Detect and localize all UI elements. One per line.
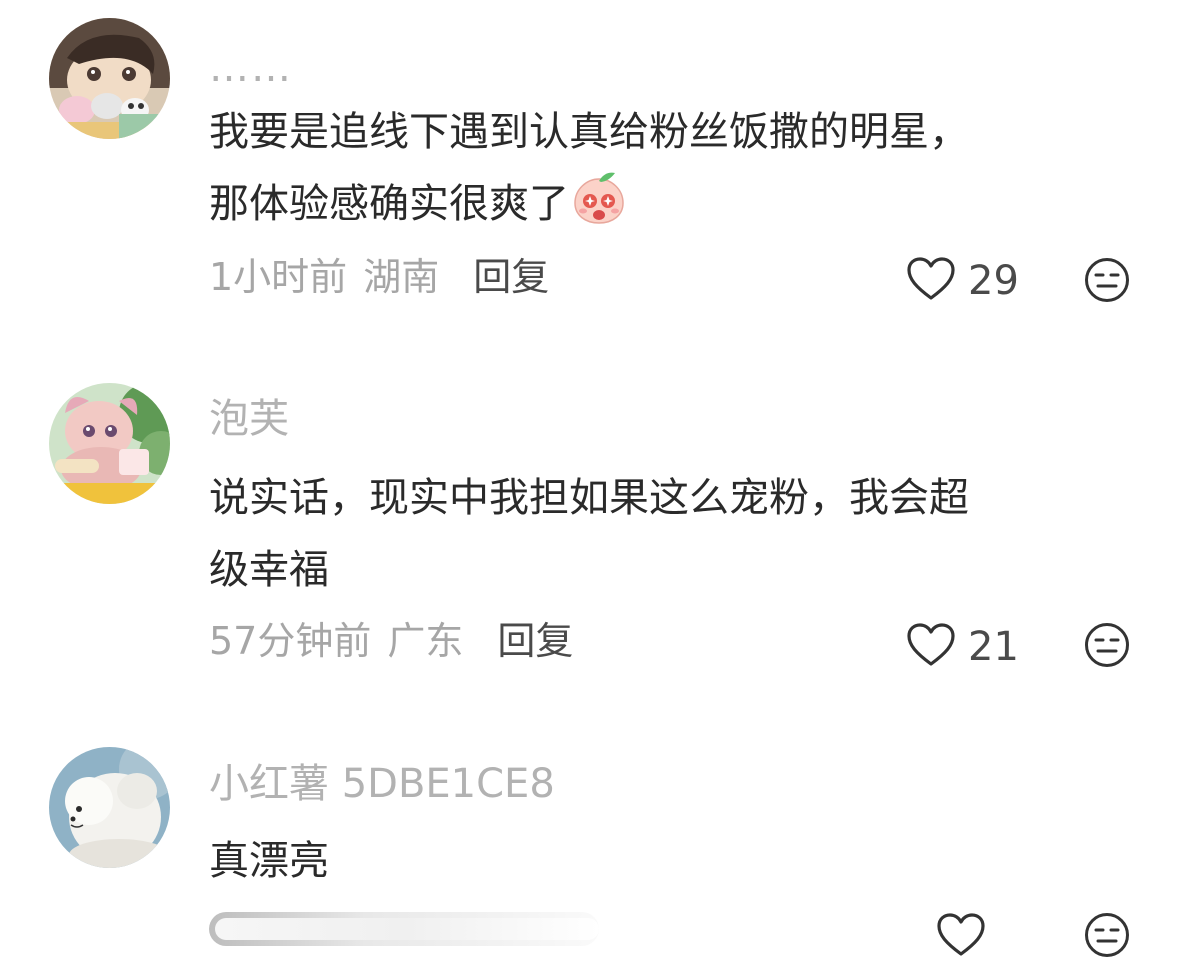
like-count: 21 [968,624,1019,670]
comment-text: 真漂亮 [209,825,1139,897]
comment-text-line: 那体验感确实很爽了 [209,168,1139,248]
like-button[interactable]: 29 [906,256,1019,306]
comment-location: 湖南 [363,255,440,299]
reply-button[interactable]: 回复 [473,258,549,296]
loading-placeholder-bar [209,912,599,946]
comment-text-line-content: 那体验感确实很爽了 [209,181,569,227]
dislike-button[interactable] [1084,912,1130,962]
comment-text-line: 我要是追线下遇到认真给粉丝饭撒的明星， [209,109,969,155]
comment-meta: 1小时前 湖南 回复 [209,258,549,296]
username[interactable]: 小红薯 5DBE1CE8 [209,764,555,804]
like-button[interactable] [936,912,986,962]
comment-time: 57分钟前 [209,619,372,663]
comment-text-line: 说实话，现实中我担如果这么宠粉，我会超 [209,475,969,521]
comment-text-line: 级幸福 [209,547,329,593]
neutral-face-icon [1085,258,1129,302]
dislike-button[interactable] [1084,257,1130,307]
dislike-button[interactable] [1084,622,1130,672]
like-button[interactable]: 21 [906,622,1019,672]
like-count: 29 [968,258,1019,304]
comment-text-line: 真漂亮 [209,838,329,884]
comment-location: 广东 [387,619,464,663]
avatar[interactable] [49,383,170,504]
reply-button[interactable]: 回复 [497,622,573,660]
username[interactable]: …… [209,48,293,88]
peach-surprised-emoji-icon [571,169,627,248]
heart-outline-icon [906,622,956,672]
heart-outline-icon [936,912,986,962]
avatar[interactable] [49,18,170,139]
comment-time: 1小时前 [209,255,348,299]
heart-outline-icon [906,256,956,306]
avatar[interactable] [49,747,170,868]
comment-meta: 57分钟前 广东 回复 [209,622,573,660]
username[interactable]: 泡芙 [209,399,289,439]
neutral-face-icon [1085,913,1129,957]
comment-text: 我要是追线下遇到认真给粉丝饭撒的明星， 那体验感确实很爽了 [209,96,1139,248]
comment-text: 说实话，现实中我担如果这么宠粉，我会超 级幸福 [209,462,1139,606]
neutral-face-icon [1085,623,1129,667]
